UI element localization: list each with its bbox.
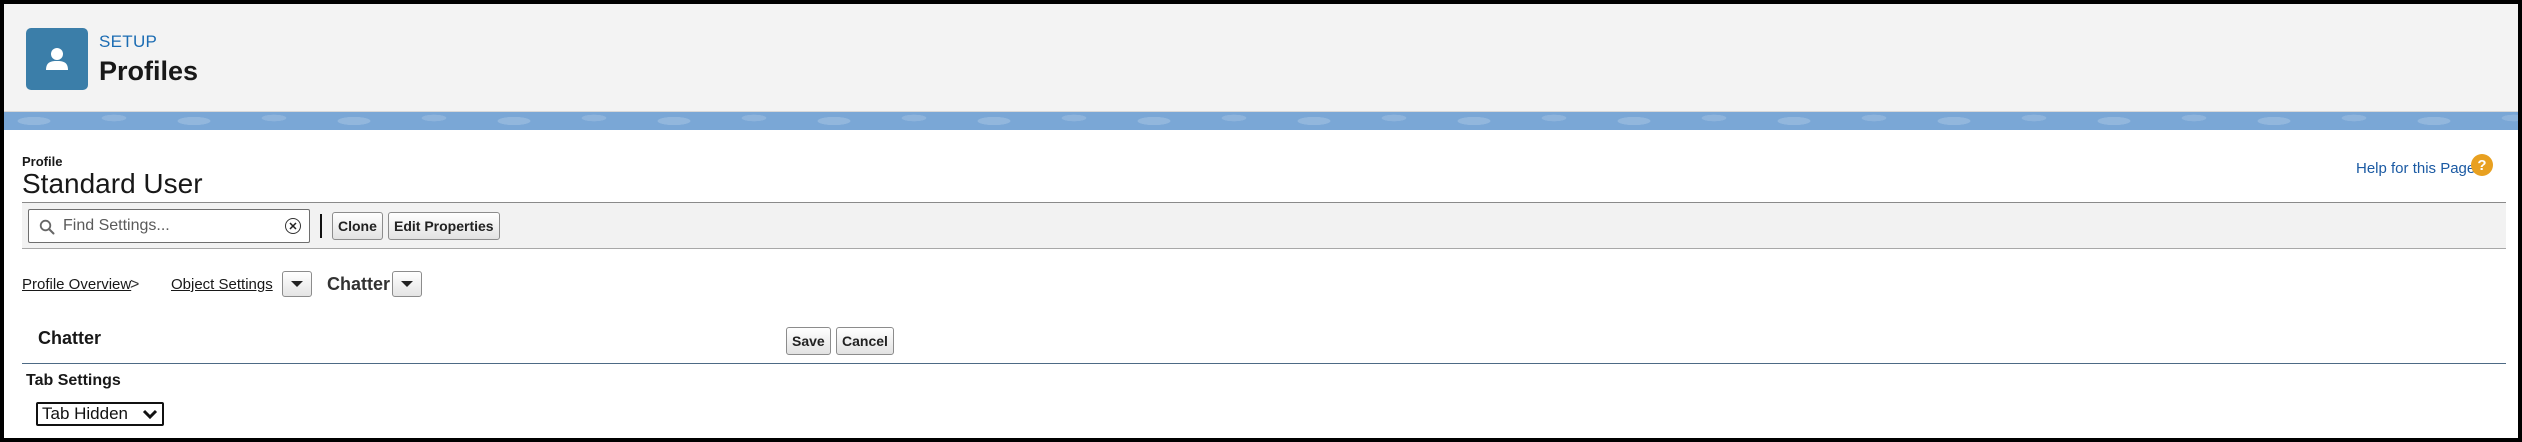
save-button[interactable]: Save	[786, 327, 831, 355]
profile-label: Profile	[22, 154, 63, 169]
app-window: SETUP Profiles Profile Standard User Hel…	[4, 4, 2518, 438]
search-icon	[39, 219, 55, 235]
page-header: SETUP Profiles	[4, 4, 2518, 112]
toolbar: ✕ Clone Edit Properties	[22, 203, 2506, 249]
edit-properties-button[interactable]: Edit Properties	[388, 212, 500, 240]
chatter-dropdown[interactable]	[392, 271, 422, 297]
cancel-button[interactable]: Cancel	[836, 327, 894, 355]
search-box: ✕	[28, 209, 310, 243]
section-title: Chatter	[38, 328, 102, 348]
chevron-down-icon	[291, 281, 303, 287]
clone-button[interactable]: Clone	[332, 212, 383, 240]
content-area: Profile Standard User Help for this Page…	[4, 130, 2518, 438]
header-eyebrow: SETUP	[99, 32, 158, 51]
clear-search-icon[interactable]: ✕	[285, 218, 301, 234]
tab-settings-title: Tab Settings	[26, 372, 121, 389]
breadcrumb-object-settings[interactable]: Object Settings	[171, 276, 273, 293]
chevron-down-icon	[142, 409, 158, 420]
object-settings-dropdown[interactable]	[282, 271, 312, 297]
profile-name: Standard User	[22, 168, 203, 199]
page-title: Profiles	[99, 56, 199, 86]
tab-setting-select[interactable]: Tab Hidden	[36, 402, 164, 426]
breadcrumb-separator: >	[130, 276, 140, 293]
chevron-down-icon	[401, 281, 413, 287]
search-input[interactable]	[63, 214, 273, 238]
tab-setting-value: Tab Hidden	[42, 404, 129, 423]
section-divider	[22, 363, 2506, 364]
help-link[interactable]: Help for this Page	[2356, 160, 2475, 177]
breadcrumb-current: Chatter	[327, 274, 391, 294]
breadcrumb-profile-overview[interactable]: Profile Overview	[22, 276, 131, 293]
toolbar-divider	[320, 214, 322, 238]
user-icon	[26, 28, 88, 90]
decorative-band	[4, 112, 2518, 130]
help-icon[interactable]: ?	[2471, 154, 2493, 176]
